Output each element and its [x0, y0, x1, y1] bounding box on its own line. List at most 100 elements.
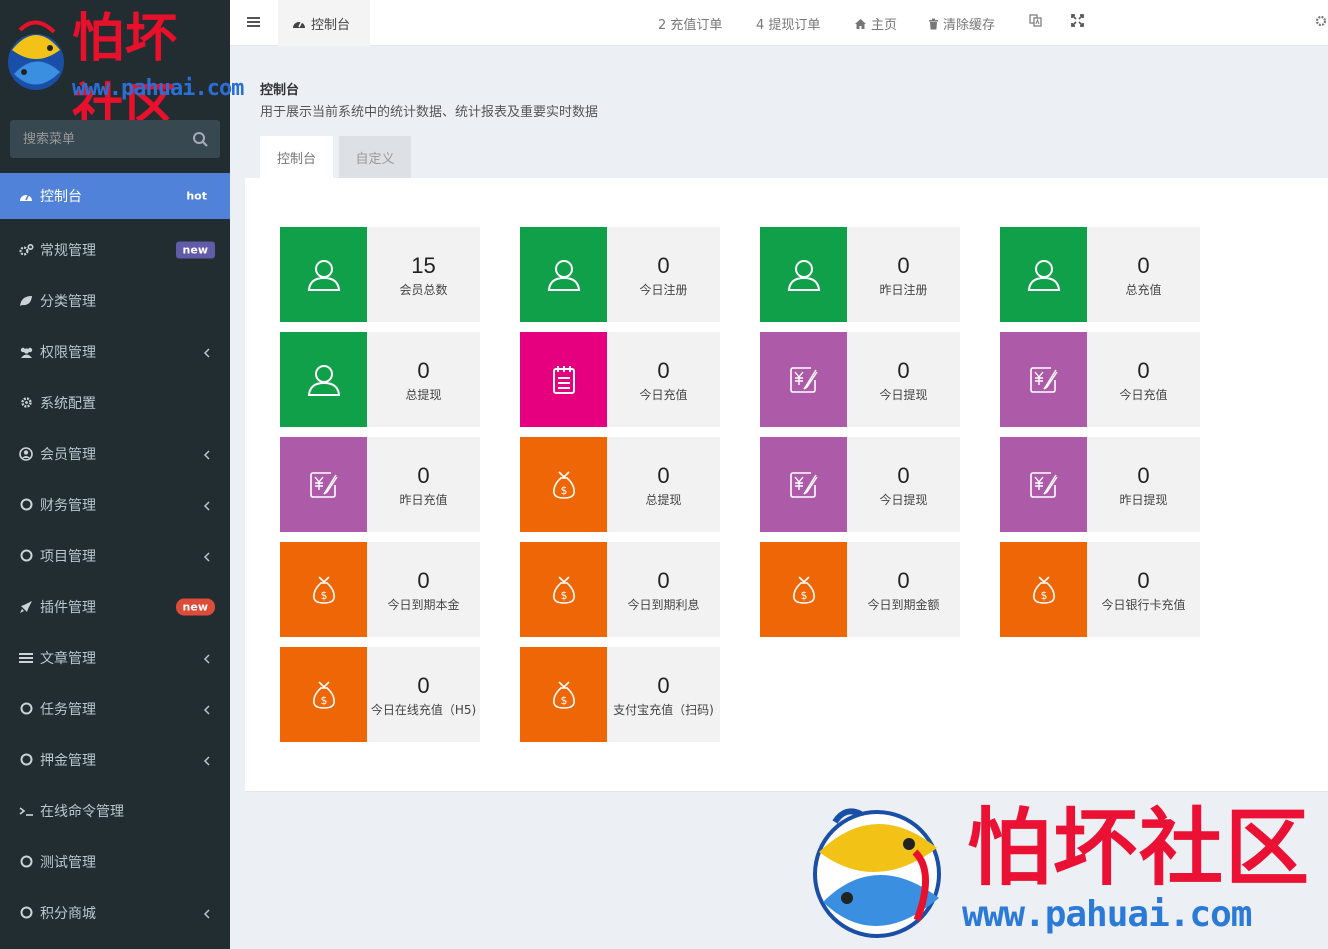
stat-card: 0 总提现 — [280, 332, 480, 427]
sidebar-item-general[interactable]: 常规管理 new — [0, 224, 230, 275]
stat-label: 今日充值 — [639, 388, 688, 402]
user-icon — [1000, 227, 1087, 322]
stat-card: 0 今日提现 — [760, 437, 960, 532]
watermark-url: www.pahuai.com — [962, 894, 1252, 935]
sidebar-item-label: 权限管理 — [40, 344, 96, 361]
clear-cache-link[interactable]: 清除缓存 — [928, 14, 995, 33]
yen-sign-icon — [1000, 437, 1087, 532]
terminal-icon — [18, 803, 34, 819]
sidebar-item-members[interactable]: 会员管理 — [0, 428, 230, 479]
svg-text:$: $ — [800, 589, 807, 602]
stat-card-body: 0 昨日注册 — [847, 227, 960, 322]
search-input[interactable] — [10, 120, 180, 158]
brand-url: www.pahuai.com — [72, 76, 244, 101]
home-icon — [855, 18, 866, 29]
hamburger-menu-icon[interactable] — [246, 14, 262, 30]
sidebar-item-articles[interactable]: 文章管理 — [0, 632, 230, 683]
svg-text:$: $ — [1040, 589, 1047, 602]
sidebar-item-dashboard[interactable]: 控制台 hot — [0, 173, 230, 219]
sidebar-item-points-mall[interactable]: 积分商城 — [0, 887, 230, 938]
sidebar-item-label: 财务管理 — [40, 497, 96, 514]
stat-card: 0 总充值 — [1000, 227, 1200, 322]
cogs-icon — [18, 242, 34, 258]
stat-label: 今日提现 — [879, 388, 928, 402]
sidebar-item-projects[interactable]: 项目管理 — [0, 530, 230, 581]
stat-label: 今日到期本金 — [387, 598, 460, 612]
sidebar-item-system-config[interactable]: 系统配置 — [0, 377, 230, 428]
stat-card-body: 0 总提现 — [367, 332, 480, 427]
svg-text:$: $ — [320, 694, 327, 707]
language-toggle[interactable] — [1029, 14, 1046, 27]
hot-badge: hot — [179, 187, 214, 205]
sidebar-item-label: 在线命令管理 — [40, 803, 124, 820]
stat-card: 0 今日充值 — [1000, 332, 1200, 427]
chevron-left-icon — [203, 704, 210, 715]
stat-value: 0 — [1137, 358, 1150, 383]
money-bag-icon: $ — [1000, 542, 1087, 637]
stat-card: $0 支付宝充值（扫码) — [520, 647, 720, 742]
group-icon — [18, 344, 34, 360]
money-bag-icon: $ — [520, 437, 607, 532]
svg-text:$: $ — [560, 484, 567, 497]
sidebar-item-plugins[interactable]: 插件管理 new — [0, 581, 230, 632]
sidebar-item-online-command[interactable]: 在线命令管理 — [0, 785, 230, 836]
yen-sign-icon — [760, 437, 847, 532]
stats-panel: 15 会员总数 0 今日注册 0 昨日注册 0 总充值 0 总提现 0 今日充值 0 今日提现 0 今日充值 0… — [245, 178, 1328, 792]
stat-card-body: 0 今日注册 — [607, 227, 720, 322]
sidebar-item-category[interactable]: 分类管理 — [0, 275, 230, 326]
new-badge: new — [175, 598, 215, 615]
stat-card-body: 15 会员总数 — [367, 227, 480, 322]
logo[interactable]: 怕坏社区 www.pahuai.com — [0, 0, 244, 139]
stat-card-body: 0 总提现 — [607, 437, 720, 532]
sidebar-item-tasks[interactable]: 任务管理 — [0, 683, 230, 734]
money-bag-icon: $ — [280, 542, 367, 637]
sidebar-item-finance[interactable]: 财务管理 — [0, 479, 230, 530]
stat-value: 0 — [897, 568, 910, 593]
stat-label: 总提现 — [645, 493, 682, 507]
stat-label: 今日提现 — [879, 493, 928, 507]
home-link[interactable]: 主页 — [854, 14, 897, 33]
stat-card-body: 0 今日到期利息 — [607, 542, 720, 637]
sidebar-item-label: 常规管理 — [40, 242, 96, 259]
stat-label: 今日在线充值（H5) — [370, 703, 477, 717]
stat-card: 0 昨日注册 — [760, 227, 960, 322]
stat-value: 0 — [897, 463, 910, 488]
search-icon[interactable] — [192, 131, 208, 147]
tab-custom[interactable]: 自定义 — [339, 136, 411, 178]
sidebar-item-label: 任务管理 — [40, 701, 96, 718]
circle-icon — [18, 752, 34, 768]
stat-label: 今日注册 — [639, 283, 688, 297]
stat-label: 支付宝充值（扫码) — [613, 703, 714, 717]
sidebar-item-testing[interactable]: 测试管理 — [0, 836, 230, 887]
recharge-orders-link[interactable]: 2 充值订单 — [658, 14, 722, 33]
stat-value: 0 — [897, 358, 910, 383]
sidebar-item-label: 积分商城 — [40, 905, 96, 922]
stat-value: 0 — [417, 463, 430, 488]
stat-card: $0 总提现 — [520, 437, 720, 532]
sidebar-item-label: 项目管理 — [40, 548, 96, 565]
fullscreen-toggle[interactable] — [1071, 14, 1088, 27]
yen-sign-icon — [280, 437, 367, 532]
trash-icon — [929, 18, 938, 29]
translate-icon — [1029, 14, 1042, 27]
stat-value: 15 — [411, 253, 436, 278]
stat-card: $0 今日银行卡充值 — [1000, 542, 1200, 637]
settings-toggle[interactable] — [1314, 14, 1328, 28]
stat-card: 0 今日充值 — [520, 332, 720, 427]
sidebar-item-label: 会员管理 — [40, 446, 96, 463]
sidebar-item-permission[interactable]: 权限管理 — [0, 326, 230, 377]
tab-dashboard[interactable]: 控制台 — [278, 0, 370, 46]
chevron-left-icon — [203, 551, 210, 562]
user-icon — [280, 332, 367, 427]
user-icon — [760, 227, 847, 322]
fullscreen-icon — [1071, 14, 1084, 27]
tab-label: 控制台 — [311, 17, 351, 33]
withdraw-orders-link[interactable]: 4 提现订单 — [756, 14, 820, 33]
tab-dashboard-content[interactable]: 控制台 — [260, 136, 333, 178]
stat-card: 15 会员总数 — [280, 227, 480, 322]
chevron-left-icon — [203, 653, 210, 664]
leaf-icon — [18, 293, 34, 309]
sidebar-item-deposits[interactable]: 押金管理 — [0, 734, 230, 785]
stat-card: 0 昨日充值 — [280, 437, 480, 532]
stat-label: 昨日充值 — [399, 493, 448, 507]
